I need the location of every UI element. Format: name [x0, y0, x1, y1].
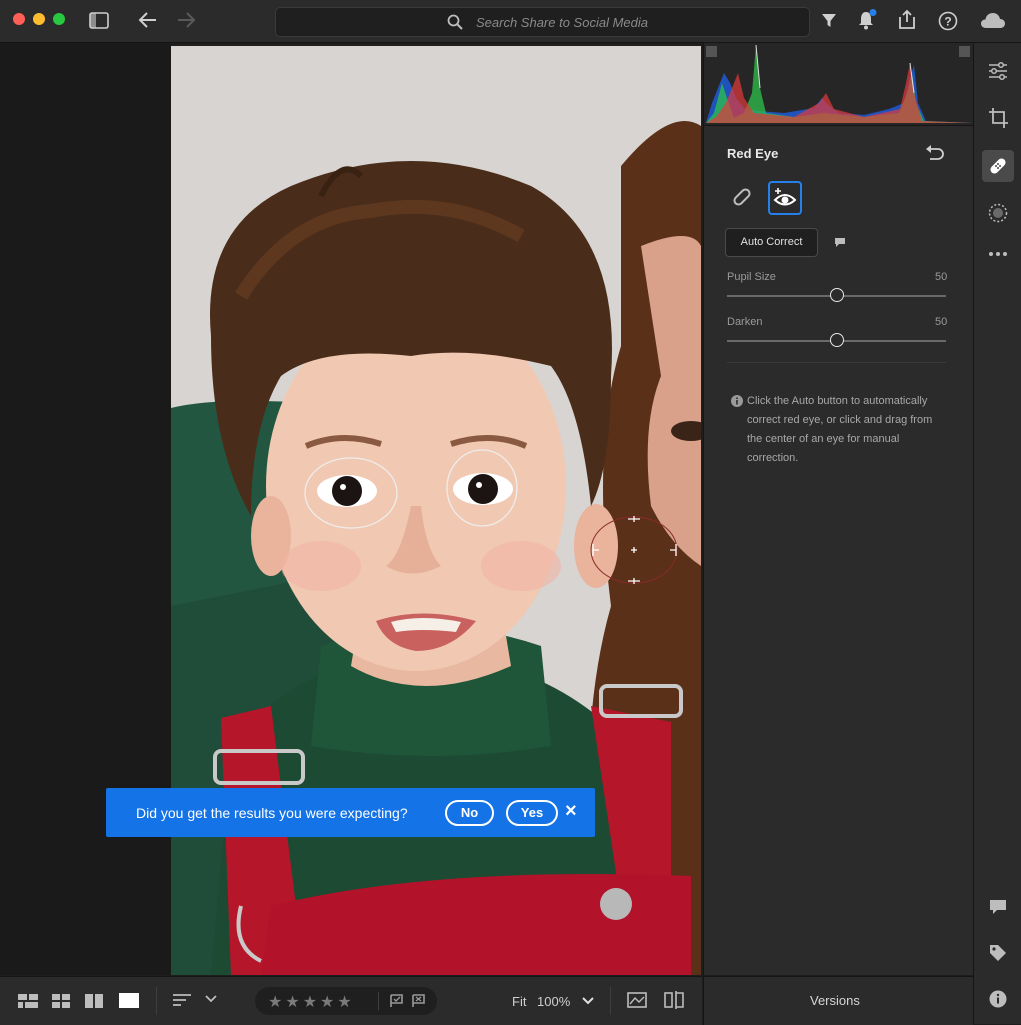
cloud-icon[interactable] — [980, 11, 1006, 29]
comments-icon[interactable] — [989, 898, 1007, 916]
search-input[interactable]: Search Share to Social Media — [476, 15, 648, 30]
svg-text:?: ? — [944, 15, 951, 29]
divider — [156, 987, 157, 1015]
more-icon[interactable] — [988, 251, 1008, 257]
feedback-question: Did you get the results you were expecti… — [136, 805, 408, 821]
versions-button[interactable]: Versions — [810, 993, 860, 1008]
notification-dot — [869, 9, 877, 16]
edit-panel: Red Eye Auto Correct Pupil Size 50 Darke… — [703, 43, 973, 975]
healing-brush-icon[interactable] — [731, 186, 753, 208]
highlight-clipping-toggle[interactable] — [959, 46, 970, 57]
sidebar-toggle-icon[interactable] — [89, 12, 109, 29]
histogram-graph — [706, 44, 972, 123]
no-button[interactable]: No — [445, 800, 494, 826]
chevron-down-icon[interactable] — [205, 995, 217, 1003]
red-eye-icon — [773, 188, 797, 206]
tag-icon[interactable] — [989, 944, 1007, 962]
help-icon[interactable]: ? — [938, 11, 958, 31]
back-arrow-icon[interactable] — [138, 11, 158, 29]
star-5[interactable]: ★ — [337, 994, 354, 1011]
info-icon — [731, 395, 743, 407]
reset-icon[interactable] — [925, 145, 945, 161]
bottom-toolbar: ★★★★★ Fit 100% — [0, 976, 702, 1025]
reject-flag-icon[interactable] — [412, 994, 426, 1008]
minimize-window-button[interactable] — [33, 13, 45, 25]
pupil-size-value: 50 — [935, 271, 948, 283]
feedback-banner: Did you get the results you were expecti… — [106, 788, 595, 837]
star-2[interactable]: ★ — [285, 994, 302, 1011]
fit-button[interactable]: Fit — [512, 994, 526, 1009]
masking-icon[interactable] — [988, 203, 1008, 223]
help-text: Click the Auto button to automatically c… — [747, 395, 933, 464]
forward-arrow-icon[interactable] — [176, 11, 196, 29]
divider — [610, 987, 611, 1015]
tool-rail — [973, 43, 1021, 1024]
darken-thumb[interactable] — [829, 333, 844, 347]
divider — [378, 992, 379, 1010]
detail-view-icon[interactable] — [119, 993, 139, 1008]
darken-value: 50 — [935, 316, 948, 328]
shadow-clipping-toggle[interactable] — [706, 46, 717, 57]
section-title: Red Eye — [727, 146, 779, 161]
edit-sliders-icon[interactable] — [988, 61, 1008, 81]
before-after-icon[interactable] — [664, 991, 684, 1009]
bandage-icon — [990, 158, 1006, 174]
darken-label: Darken — [727, 316, 763, 328]
divider — [727, 362, 946, 363]
star-4[interactable]: ★ — [320, 994, 337, 1011]
show-original-icon[interactable] — [627, 992, 647, 1008]
auto-correct-button[interactable]: Auto Correct — [725, 228, 818, 257]
star-1[interactable]: ★ — [268, 994, 285, 1011]
red-eye-tool-button[interactable] — [768, 181, 802, 215]
compare-view-icon[interactable] — [85, 994, 103, 1008]
pupil-size-label: Pupil Size — [727, 271, 776, 283]
sort-icon[interactable] — [172, 993, 192, 1007]
pick-flag-icon[interactable] — [390, 994, 404, 1008]
star-3[interactable]: ★ — [303, 994, 320, 1011]
title-bar: Search Share to Social Media ? — [0, 0, 1021, 43]
share-icon[interactable] — [898, 9, 916, 30]
versions-bar: Versions — [703, 976, 973, 1025]
feedback-chat-icon[interactable] — [834, 237, 846, 248]
close-window-button[interactable] — [13, 13, 25, 25]
healing-tool-button[interactable] — [982, 150, 1014, 182]
pupil-size-thumb[interactable] — [829, 288, 844, 302]
info-panel-icon[interactable] — [989, 990, 1007, 1008]
histogram — [704, 43, 973, 126]
close-banner-button[interactable]: × — [565, 800, 577, 823]
search-field[interactable]: Search Share to Social Media — [275, 7, 810, 37]
zoom-window-button[interactable] — [53, 13, 65, 25]
yes-button[interactable]: Yes — [506, 800, 558, 826]
rating-flag-group: ★★★★★ — [255, 987, 437, 1015]
filter-icon[interactable] — [821, 13, 837, 28]
zoom-chevron-icon[interactable] — [582, 997, 594, 1005]
crop-icon[interactable] — [988, 107, 1008, 129]
search-icon — [447, 14, 463, 30]
bell-icon[interactable] — [857, 9, 877, 31]
photo-grid-icon[interactable] — [18, 994, 38, 1008]
zoom-level[interactable]: 100% — [537, 994, 570, 1009]
square-grid-icon[interactable] — [52, 994, 70, 1008]
star-rating[interactable]: ★★★★★ — [268, 992, 355, 1012]
